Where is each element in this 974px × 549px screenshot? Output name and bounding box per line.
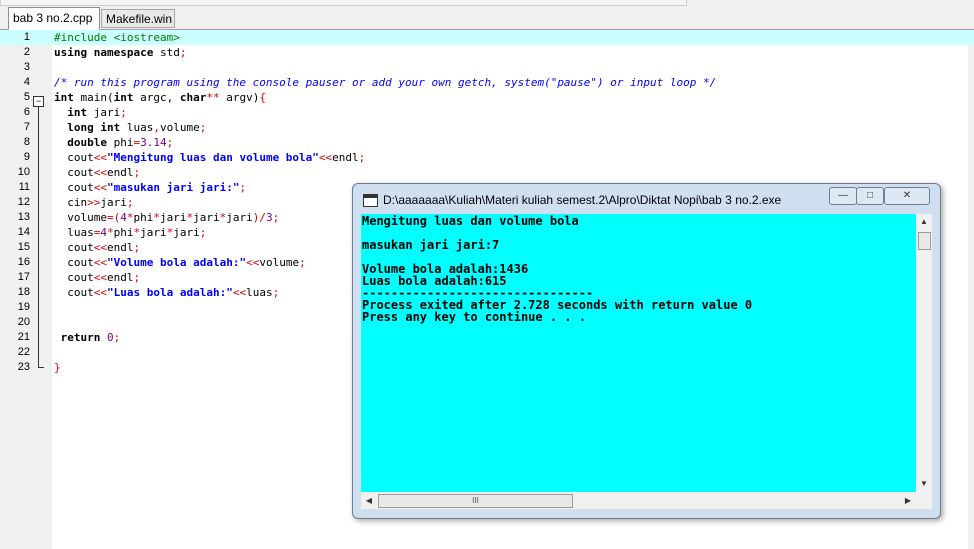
code-text: cout<<endl; bbox=[54, 241, 141, 254]
code-line[interactable]: 1 #include <iostream> bbox=[0, 30, 974, 45]
code-text: volume=(4*phi*jari*jari*jari)/3; bbox=[54, 211, 280, 224]
code-text: cout<<endl; bbox=[54, 271, 141, 284]
scroll-right-arrow-icon[interactable]: ▶ bbox=[900, 492, 916, 509]
line-number: 6 bbox=[23, 106, 30, 118]
tab-bab3-cpp[interactable]: bab 3 no.2.cpp bbox=[8, 7, 100, 30]
horizontal-scroll-thumb[interactable]: III bbox=[378, 494, 573, 508]
code-line[interactable]: 3 bbox=[0, 60, 974, 75]
console-output[interactable]: Mengitung luas dan volume bola masukan ja… bbox=[361, 214, 916, 492]
editor-tab-bar: Makefile.win bab 3 no.2.cpp bbox=[0, 7, 974, 30]
line-number: 10 bbox=[17, 166, 30, 178]
tab-makefile[interactable]: Makefile.win bbox=[101, 9, 175, 28]
line-number: 22 bbox=[17, 346, 30, 358]
top-strip bbox=[0, 0, 974, 7]
console-line: Press any key to continue . . . bbox=[362, 310, 586, 324]
code-text: using namespace std; bbox=[54, 46, 187, 59]
code-text: int main(int argc, char** argv){ bbox=[54, 91, 266, 104]
code-text: cout<<"masukan jari jari:"; bbox=[54, 181, 247, 194]
resize-grip-icon[interactable] bbox=[916, 492, 932, 509]
line-number: 13 bbox=[17, 211, 30, 223]
code-text: int jari; bbox=[67, 106, 127, 119]
code-text: cout<<endl; bbox=[54, 166, 141, 179]
line-number: 15 bbox=[17, 241, 30, 253]
code-text: double phi=3.14; bbox=[67, 136, 174, 149]
code-line[interactable]: 6 int jari; bbox=[0, 105, 974, 120]
line-number: 20 bbox=[17, 316, 30, 328]
minimize-button[interactable]: — bbox=[829, 187, 857, 205]
code-line[interactable]: 8 double phi=3.14; bbox=[0, 135, 974, 150]
code-text: cout<<"Mengitung luas dan volume bola"<<… bbox=[54, 151, 366, 164]
fold-guide-end bbox=[38, 367, 44, 368]
line-number: 1 bbox=[23, 31, 30, 43]
code-text: cout<<"Volume bola adalah:"<<volume; bbox=[54, 256, 306, 269]
code-line[interactable]: 7 long int luas,volume; bbox=[0, 120, 974, 135]
line-number: 11 bbox=[18, 181, 30, 193]
console-line: masukan jari jari:7 bbox=[362, 238, 500, 252]
code-text: } bbox=[54, 361, 61, 374]
code-text: #include <iostream> bbox=[54, 31, 180, 44]
line-number: 19 bbox=[17, 301, 30, 313]
line-number: 14 bbox=[17, 226, 30, 238]
line-number: 4 bbox=[23, 76, 30, 88]
line-number: 3 bbox=[23, 61, 30, 73]
console-titlebar[interactable]: D:\aaaaaaa\Kuliah\Materi kuliah semest.2… bbox=[353, 184, 940, 214]
code-line[interactable]: 9 cout<<"Mengitung luas dan volume bola"… bbox=[0, 150, 974, 165]
line-number: 7 bbox=[23, 121, 30, 133]
code-line[interactable]: 2 using namespace std; bbox=[0, 45, 974, 60]
line-number: 2 bbox=[23, 46, 30, 58]
top-scroll-trough[interactable] bbox=[0, 0, 687, 6]
console-title: D:\aaaaaaa\Kuliah\Materi kuliah semest.2… bbox=[383, 193, 782, 207]
line-number: 17 bbox=[17, 271, 30, 283]
fold-guide-line bbox=[38, 106, 39, 368]
maximize-button[interactable]: □ bbox=[856, 187, 884, 205]
console-vertical-scrollbar[interactable]: ▲ ▼ bbox=[916, 214, 932, 492]
close-button[interactable]: ✕ bbox=[884, 187, 930, 205]
line-number: 16 bbox=[17, 256, 30, 268]
line-number: 18 bbox=[17, 286, 30, 298]
scroll-left-arrow-icon[interactable]: ◀ bbox=[361, 492, 377, 509]
code-line[interactable]: 10 cout<<endl; bbox=[0, 165, 974, 180]
line-number: 12 bbox=[17, 196, 30, 208]
code-line[interactable]: 4 /* run this program using the console p… bbox=[0, 75, 974, 90]
vertical-scroll-thumb[interactable] bbox=[918, 232, 931, 250]
code-text: luas=4*phi*jari*jari; bbox=[54, 226, 207, 239]
code-text: long int luas,volume; bbox=[67, 121, 207, 134]
line-number: 9 bbox=[23, 151, 30, 163]
code-text: return 0; bbox=[60, 331, 121, 344]
line-number: 5 bbox=[23, 91, 30, 103]
console-app-icon bbox=[363, 194, 378, 207]
line-number: 23 bbox=[17, 361, 30, 373]
code-text: cin>>jari; bbox=[54, 196, 134, 209]
console-horizontal-scrollbar[interactable]: ◀ III ▶ bbox=[361, 492, 916, 509]
console-window[interactable]: D:\aaaaaaa\Kuliah\Materi kuliah semest.2… bbox=[352, 183, 941, 519]
console-line: Mengitung luas dan volume bola bbox=[362, 214, 579, 228]
line-number: 21 bbox=[17, 331, 30, 343]
code-line[interactable]: 5 int main(int argc, char** argv){ bbox=[0, 90, 974, 105]
scroll-down-arrow-icon[interactable]: ▼ bbox=[916, 476, 932, 492]
scroll-up-arrow-icon[interactable]: ▲ bbox=[916, 214, 932, 230]
code-text: /* run this program using the console pa… bbox=[54, 76, 717, 89]
code-text: cout<<"Luas bola adalah:"<<luas; bbox=[54, 286, 280, 299]
line-number: 8 bbox=[23, 136, 30, 148]
